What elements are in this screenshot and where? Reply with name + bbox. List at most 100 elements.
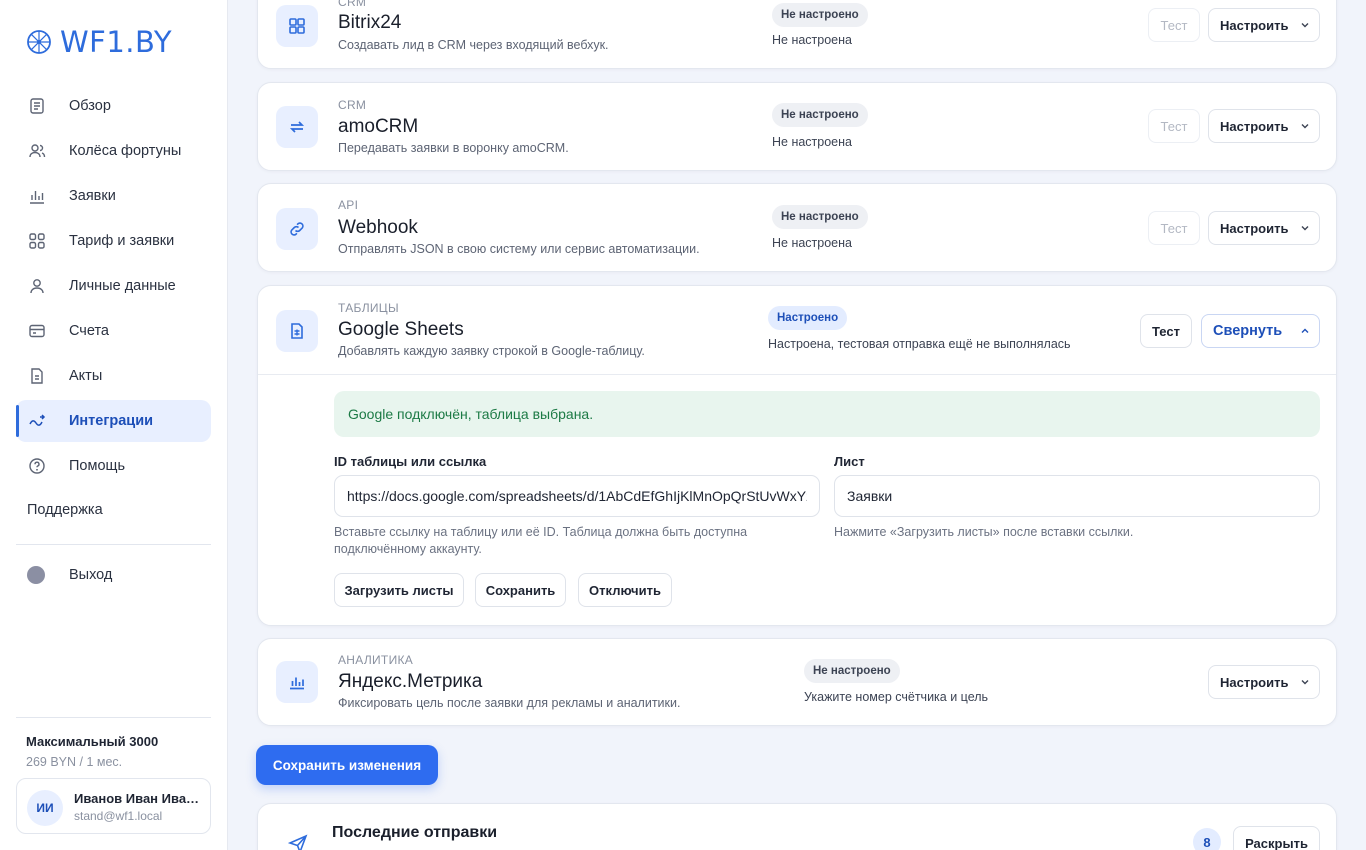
status-text: Не настроена: [772, 33, 852, 47]
success-message: Google подключён, таблица выбрана.: [334, 391, 1320, 437]
integration-category: АНАЛИТИКА: [338, 653, 414, 667]
integration-card-google-sheets: ТАБЛИЦЫ Google Sheets Добавлять каждую з…: [257, 285, 1337, 626]
integration-card-bitrix24: CRM Bitrix24 Создавать лид в CRM через в…: [257, 0, 1337, 69]
document-icon: [30, 98, 44, 114]
chevron-down-icon: [1301, 23, 1309, 28]
integration-description: Фиксировать цель после заявки для реклам…: [338, 696, 681, 710]
sidebar-item-wheels[interactable]: Колёса фортуны: [16, 130, 211, 172]
recent-submissions-card: Последние отправки 8 Раскрыть: [257, 803, 1337, 850]
sidebar-item-label: Интеграции: [69, 413, 154, 429]
configure-label: Настроить: [1220, 674, 1289, 690]
integration-card-amocrm: CRM amoCRM Передавать заявки в воронку a…: [257, 82, 1337, 171]
bar-chart-icon: [30, 191, 44, 204]
integration-category: API: [338, 198, 359, 212]
sidebar-divider: [16, 544, 211, 545]
save-button[interactable]: Сохранить: [475, 573, 566, 607]
user-email: stand@wf1.local: [74, 809, 163, 823]
status-text: Не настроена: [772, 135, 852, 149]
sheet-id-label: ID таблицы или ссылка: [334, 454, 487, 469]
user-icon: [30, 279, 44, 294]
collapse-button[interactable]: Свернуть: [1201, 314, 1320, 348]
integration-name: amoCRM: [338, 116, 419, 137]
test-button[interactable]: Тест: [1148, 8, 1200, 42]
bitrix-icon-wrap: [276, 5, 318, 47]
logout-icon: [27, 566, 45, 584]
amocrm-icon-wrap: [276, 106, 318, 148]
logout-button[interactable]: Выход: [16, 554, 211, 596]
sidebar-item-label: Заявки: [69, 188, 116, 204]
integration-description: Передавать заявки в воронку amoCRM.: [338, 141, 569, 155]
integration-description: Создавать лид в CRM через входящий вебху…: [338, 38, 609, 52]
sidebar-item-tariff[interactable]: Тариф и заявки: [16, 220, 211, 262]
status-badge: Не настроено: [772, 205, 868, 229]
integration-name: Яндекс.Метрика: [338, 671, 483, 692]
spreadsheet-icon: [291, 323, 303, 339]
configure-button[interactable]: Настроить: [1208, 665, 1320, 699]
sidebar-item-profile[interactable]: Личные данные: [16, 265, 211, 307]
test-button[interactable]: Тест: [1148, 109, 1200, 143]
support-link[interactable]: Поддержка: [27, 502, 103, 518]
integration-category: CRM: [338, 98, 367, 112]
exchange-icon: [289, 121, 305, 133]
integration-description: Добавлять каждую заявку строкой в Google…: [338, 344, 645, 358]
bar-chart-icon: [290, 677, 304, 690]
card-divider: [258, 374, 1336, 375]
avatar: ИИ: [27, 790, 63, 826]
sidebar-item-invoices[interactable]: Счета: [16, 310, 211, 352]
logout-label: Выход: [69, 567, 113, 583]
card-icon: [29, 324, 45, 338]
configure-label: Настроить: [1220, 220, 1289, 236]
sheet-id-input[interactable]: [334, 475, 820, 517]
configure-button[interactable]: Настроить: [1208, 109, 1320, 143]
users-icon: [29, 144, 46, 158]
disconnect-button[interactable]: Отключить: [578, 573, 672, 607]
test-button[interactable]: Тест: [1148, 211, 1200, 245]
test-button[interactable]: Тест: [1140, 314, 1192, 348]
sidebar-item-integrations[interactable]: Интеграции: [16, 400, 211, 442]
wheel-logo-icon: [27, 30, 51, 54]
sidebar: WF1.BY Обзор Колёса фортуны Заявки Тариф…: [0, 0, 228, 850]
integration-card-yandex-metrika: АНАЛИТИКА Яндекс.Метрика Фиксировать цел…: [257, 638, 1337, 726]
sidebar-divider: [16, 717, 211, 718]
sidebar-item-label: Акты: [69, 368, 103, 384]
status-text: Укажите номер счётчика и цель: [804, 690, 989, 704]
link-icon: [290, 222, 304, 236]
sheet-label: Лист: [834, 454, 865, 469]
save-changes-button[interactable]: Сохранить изменения: [256, 745, 438, 785]
sidebar-item-requests[interactable]: Заявки: [16, 175, 211, 217]
webhook-icon-wrap: [276, 208, 318, 250]
sheet-hint: Нажмите «Загрузить листы» после вставки …: [834, 525, 1134, 539]
user-name: Иванов Иван Иванович: [74, 791, 204, 806]
logo-text: WF1.BY: [60, 25, 173, 59]
integration-name: Bitrix24: [338, 12, 402, 33]
sidebar-item-help[interactable]: Помощь: [16, 445, 211, 487]
logo[interactable]: WF1.BY: [26, 25, 173, 59]
chevron-down-icon: [1301, 680, 1309, 685]
sidebar-item-acts[interactable]: Акты: [16, 355, 211, 397]
load-sheets-button[interactable]: Загрузить листы: [334, 573, 464, 607]
chevron-up-icon: [1301, 328, 1309, 333]
status-badge: Не настроено: [772, 103, 868, 127]
sidebar-item-label: Обзор: [69, 98, 111, 114]
integration-category: ТАБЛИЦЫ: [338, 301, 399, 315]
integration-category: CRM: [338, 0, 367, 9]
plan-price: 269 BYN / 1 мес.: [26, 755, 123, 769]
plan-name: Максимальный 3000: [26, 734, 159, 749]
integration-icon: [29, 414, 46, 426]
sidebar-item-overview[interactable]: Обзор: [16, 85, 211, 127]
user-card[interactable]: ИИ Иванов Иван Иванович stand@wf1.local: [16, 778, 211, 834]
expand-button[interactable]: Раскрыть: [1233, 826, 1320, 850]
status-badge: Настроено: [768, 306, 848, 330]
status-text: Не настроена: [772, 236, 852, 250]
metrika-icon-wrap: [276, 661, 318, 703]
integration-description: Отправлять JSON в свою систему или серви…: [338, 242, 700, 256]
sidebar-item-label: Счета: [69, 323, 109, 339]
configure-label: Настроить: [1220, 118, 1289, 134]
sheet-input[interactable]: [834, 475, 1320, 517]
recent-title: Последние отправки: [332, 824, 498, 841]
configure-label: Настроить: [1220, 17, 1289, 33]
file-icon: [31, 368, 43, 384]
configure-button[interactable]: Настроить: [1208, 8, 1320, 42]
configure-button[interactable]: Настроить: [1208, 211, 1320, 245]
sidebar-item-label: Личные данные: [69, 278, 176, 294]
